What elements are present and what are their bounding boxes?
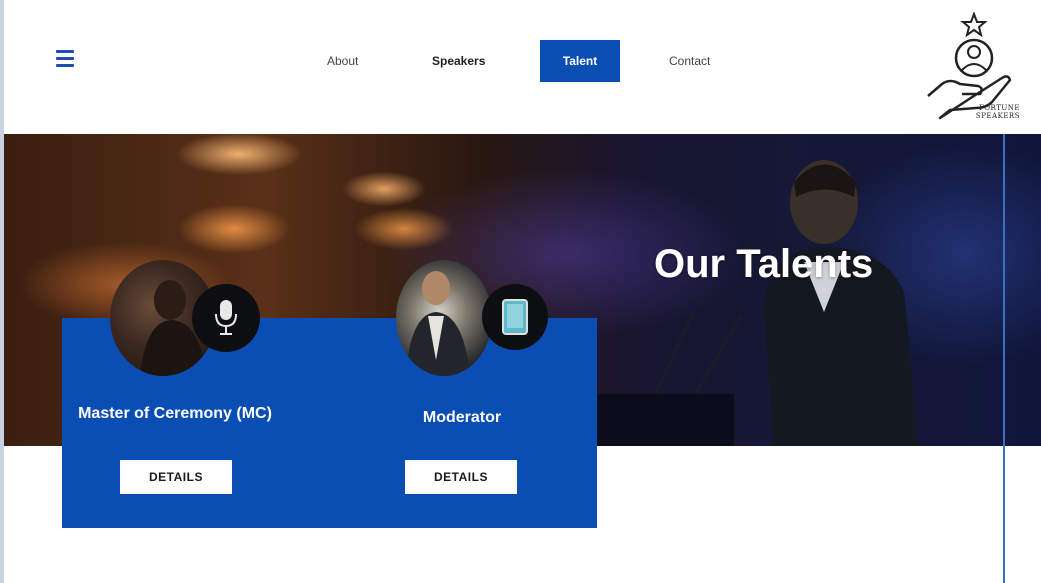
fortune-speakers-logo[interactable]: FORTUNE SPEAKERS: [922, 11, 1026, 130]
site-header: About Speakers Talent Contact FORTUNE SP…: [4, 0, 1041, 134]
decorative-vertical-line: [1003, 134, 1005, 583]
nav-about[interactable]: About: [327, 40, 358, 82]
logo-wordmark: FORTUNE SPEAKERS: [952, 104, 1020, 120]
tablet-icon: [482, 284, 548, 350]
moderator-photo: [396, 260, 492, 376]
main-nav: About Speakers Talent Contact: [4, 40, 1004, 82]
moderator-details-button[interactable]: DETAILS: [405, 460, 517, 494]
speaker-silhouette: [764, 160, 919, 446]
nav-contact[interactable]: Contact: [669, 40, 710, 82]
podium: [594, 394, 734, 446]
microphone-stand: [654, 311, 695, 395]
hero-title: Our Talents: [654, 242, 874, 286]
talent-title-moderator: Moderator: [422, 409, 502, 426]
nav-talent-active[interactable]: Talent: [540, 40, 620, 82]
logo-text-line1: FORTUNE: [978, 104, 1020, 112]
microphone-stand: [694, 315, 742, 395]
talent-title-mc: Master of Ceremony (MC): [78, 405, 272, 422]
microphone-icon: [192, 284, 260, 352]
logo-text-line2: SPEAKERS: [975, 112, 1020, 120]
mc-details-button[interactable]: DETAILS: [120, 460, 232, 494]
nav-speakers[interactable]: Speakers: [432, 40, 485, 82]
page: About Speakers Talent Contact FORTUNE SP…: [0, 0, 1041, 583]
